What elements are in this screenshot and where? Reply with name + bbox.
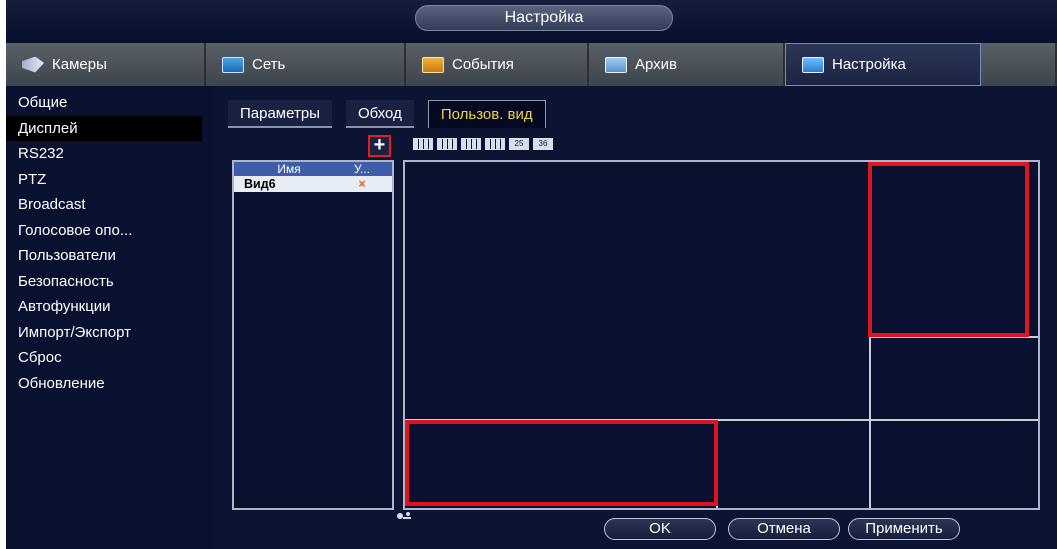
sidebar-item-rs232[interactable]: RS232	[6, 141, 211, 167]
sidebar: Общие Дисплей RS232 PTZ Broadcast Голосо…	[6, 86, 211, 549]
sidebar-item-display[interactable]: Дисплей	[6, 115, 202, 141]
sidebar-item-broadcast[interactable]: Broadcast	[6, 192, 211, 218]
nav-tab-label: События	[452, 56, 514, 73]
top-navigation: Камеры Сеть События Архив Настройка	[6, 43, 1057, 86]
archive-icon	[605, 56, 627, 73]
tab-parameters[interactable]: Параметры	[228, 100, 332, 128]
highlight-box	[405, 420, 718, 506]
view-preview-grid[interactable]	[403, 160, 1040, 510]
tab-custom-view[interactable]: Пользов. вид	[427, 100, 546, 128]
view-name: Вид6	[244, 177, 276, 191]
delete-icon[interactable]: ×	[344, 176, 380, 192]
tab-tour[interactable]: Обход	[345, 100, 414, 128]
ok-button[interactable]: OK	[604, 518, 716, 540]
nav-tab-label: Архив	[635, 56, 678, 73]
apply-button[interactable]: Применить	[848, 518, 960, 540]
views-header: Имя У...	[234, 162, 392, 176]
split-25-icon[interactable]: 25	[509, 138, 529, 150]
sidebar-item-ptz[interactable]: PTZ	[6, 167, 211, 193]
nav-tab-archive[interactable]: Архив	[589, 43, 785, 86]
main-panel: Параметры Обход Пользов. вид + 25 36 Имя…	[216, 86, 1057, 549]
events-icon	[422, 56, 444, 73]
cancel-button[interactable]: Отмена	[728, 518, 840, 540]
split-16-icon[interactable]	[485, 138, 505, 150]
camera-icon	[22, 56, 44, 73]
nav-tab-empty	[981, 43, 1057, 86]
nav-tab-events[interactable]: События	[406, 43, 589, 86]
split-36-icon[interactable]: 36	[533, 138, 553, 150]
sidebar-item-voice[interactable]: Голосовое опо...	[6, 218, 211, 244]
nav-tab-settings[interactable]: Настройка	[785, 43, 981, 86]
title-bar: Настройка	[6, 0, 1057, 35]
mouse-icon	[395, 510, 415, 522]
network-icon	[222, 56, 244, 73]
sub-tabs: Параметры Обход Пользов. вид	[228, 98, 560, 128]
split-4-icon[interactable]	[413, 138, 433, 150]
sidebar-item-import-export[interactable]: Импорт/Экспорт	[6, 320, 211, 346]
window-title: Настройка	[415, 5, 673, 31]
sidebar-item-reset[interactable]: Сброс	[6, 345, 211, 371]
column-header-name: Имя	[277, 162, 301, 176]
nav-tab-network[interactable]: Сеть	[206, 43, 406, 86]
nav-tab-label: Сеть	[252, 56, 286, 73]
table-row[interactable]: Вид6 ×	[234, 176, 392, 192]
app-window: Настройка Камеры Сеть События Архив Наст…	[6, 0, 1057, 549]
highlight-box	[868, 162, 1029, 337]
column-header-delete: У...	[353, 162, 371, 176]
nav-tab-label: Камеры	[52, 56, 107, 73]
add-view-button[interactable]: +	[368, 135, 391, 157]
sidebar-item-users[interactable]: Пользователи	[6, 243, 211, 269]
layout-selector: 25 36	[413, 138, 553, 150]
sidebar-item-update[interactable]: Обновление	[6, 371, 211, 397]
nav-tab-cameras[interactable]: Камеры	[6, 43, 206, 86]
views-list: Имя У... Вид6 ×	[232, 160, 394, 510]
sidebar-item-general[interactable]: Общие	[6, 90, 211, 116]
split-8-icon[interactable]	[437, 138, 457, 150]
settings-icon	[802, 56, 824, 73]
nav-tab-label: Настройка	[832, 56, 906, 73]
sidebar-item-security[interactable]: Безопасность	[6, 269, 211, 295]
split-9-icon[interactable]	[461, 138, 481, 150]
sidebar-item-autofunctions[interactable]: Автофункции	[6, 294, 211, 320]
